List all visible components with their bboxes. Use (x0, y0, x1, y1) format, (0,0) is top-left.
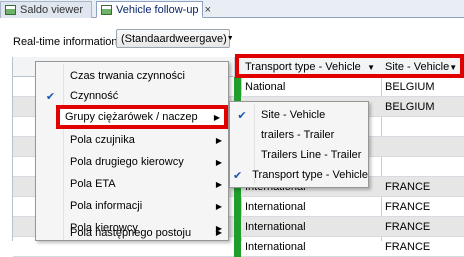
status-indicator (234, 237, 241, 257)
tab-label: Vehicle follow-up (116, 3, 199, 16)
site-cell (383, 117, 464, 137)
menu-item[interactable]: Pola drugiego kierowcy ▶ (38, 151, 226, 173)
submenu-item-label: trailers - Trailer (261, 129, 335, 141)
chevron-right-icon: ▶ (215, 179, 222, 189)
submenu-item-label: Transport type - Vehicle (252, 169, 368, 181)
menu-item-label: Grupy ciężarówek / naczep (65, 111, 198, 123)
transport-type-cell: National (245, 81, 286, 93)
submenu-item-label: Trailers Line - Trailer (261, 149, 362, 161)
spreadsheet-icon (101, 4, 112, 15)
realtime-label: Real-time information (13, 36, 118, 48)
menu-item-label: Czynność (70, 90, 119, 102)
view-dropdown[interactable]: (Standaardweergave) ▼ (116, 29, 234, 48)
chevron-down-icon: ▼ (226, 35, 234, 42)
menu-item[interactable]: Pola następnego postoju ▶ (38, 228, 226, 242)
menu-item-label: Czas trwania czynności (70, 70, 185, 82)
spreadsheet-icon (5, 5, 16, 15)
tab-vehicle-follow-up[interactable]: Vehicle follow-up × (96, 1, 211, 18)
menu-item[interactable]: Pola ETA ▶ (38, 173, 226, 195)
close-icon[interactable]: × (205, 4, 211, 16)
menu-item-label: Pola następnego postoju (70, 228, 192, 239)
menu-item-label: Pola drugiego kierowcy (70, 156, 184, 168)
site-cell: FRANCE (385, 221, 431, 233)
status-indicator (234, 197, 241, 217)
chevron-right-icon: ▶ (215, 135, 222, 145)
site-cell: BELGIUM (385, 101, 435, 113)
chevron-right-icon: ▶ (215, 228, 222, 237)
menu-item-truck-groups[interactable]: Grupy ciężarówek / naczep ▶ (56, 105, 228, 129)
chevron-right-icon: ▶ (215, 157, 222, 167)
status-indicator (234, 217, 241, 237)
column-context-menu: Czas trwania czynności ✔ Czynność Grupy … (35, 61, 229, 241)
check-icon: ✔ (233, 169, 243, 182)
check-icon: ✔ (45, 90, 56, 103)
check-icon: ✔ (237, 109, 247, 122)
highlight-frame (235, 54, 464, 78)
view-dropdown-label: (Standaardweergave) (121, 32, 227, 45)
site-cell: FRANCE (385, 181, 431, 193)
menu-item[interactable]: ✔ Czynność (38, 85, 226, 107)
transport-type-cell: International (245, 241, 306, 253)
submenu-item[interactable]: trailers - Trailer (232, 125, 368, 145)
tab-strip: Saldo viewer Vehicle follow-up × (0, 0, 464, 18)
menu-item-label: Pola informacji (70, 200, 143, 212)
site-cell (383, 157, 464, 177)
submenu-item[interactable]: ✔ Site - Vehicle (232, 105, 368, 125)
submenu-item[interactable]: ✔ Transport type - Vehicle (232, 165, 368, 185)
tab-saldo-viewer[interactable]: Saldo viewer (0, 1, 92, 18)
submenu-item-label: Site - Vehicle (261, 109, 326, 121)
site-cell (383, 137, 464, 157)
menu-item[interactable]: Pola informacji ▶ (38, 195, 226, 217)
menu-item-label: Pola czujnika (70, 134, 135, 146)
truck-groups-submenu: ✔ Site - Vehicle trailers - Trailer Trai… (229, 101, 369, 188)
tab-label: Saldo viewer (20, 4, 83, 16)
chevron-right-icon: ▶ (213, 112, 220, 122)
site-cell: BELGIUM (385, 81, 435, 93)
menu-item[interactable]: Czas trwania czynności (38, 65, 226, 87)
submenu-item[interactable]: Trailers Line - Trailer (232, 145, 368, 165)
status-indicator (234, 77, 241, 97)
site-cell: FRANCE (385, 241, 431, 253)
site-cell: FRANCE (385, 201, 431, 213)
transport-type-cell: International (245, 221, 306, 233)
menu-item[interactable]: Pola czujnika ▶ (38, 129, 226, 151)
menu-item-label: Pola ETA (70, 178, 116, 190)
chevron-right-icon: ▶ (215, 201, 222, 211)
transport-type-cell: International (245, 201, 306, 213)
